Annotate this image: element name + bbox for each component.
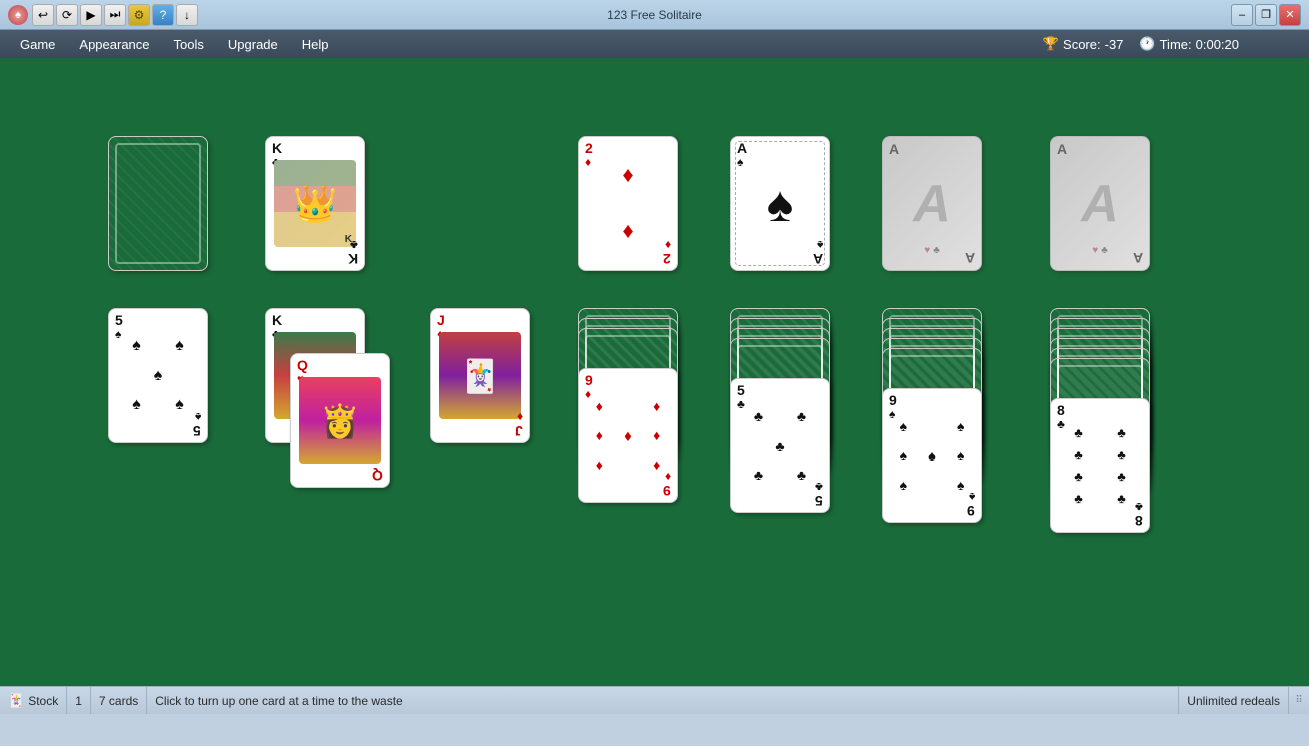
score-label: Score: xyxy=(1063,37,1101,52)
card-rank: K xyxy=(272,313,282,327)
time-label: Time: xyxy=(1160,37,1192,52)
face-illustration: 👑 K xyxy=(274,161,356,246)
card-rank-bottom: A xyxy=(813,252,823,266)
card-rank-bottom: 8 xyxy=(1135,514,1143,528)
foundation-slot-4[interactable]: A A ♥♣ A xyxy=(1050,136,1150,271)
tableau-col4-9d[interactable]: 9 ♦ ♦♦ ♦♦♦ ♦♦ ♦ 9 ♦ xyxy=(578,368,678,503)
time-item: 🕐 Time: 0:00:20 xyxy=(1139,36,1239,52)
close-button[interactable]: ✕ xyxy=(1279,4,1301,26)
settings-button[interactable]: ⚙ xyxy=(128,4,150,26)
card-suit-bottom: ♦ xyxy=(665,238,671,252)
title-bar-left: ♠ ↩ ⟳ ▶ ⏭ ⚙ ? ↓ xyxy=(8,4,198,26)
tableau-2d[interactable]: 2 ♦ ♦ ♦ 2 ♦ xyxy=(578,136,678,271)
card-rank-bottom: 5 xyxy=(815,494,823,508)
face-illustration: 👸 xyxy=(299,378,381,463)
card-suit-bottom: ♠ xyxy=(195,410,201,424)
undo-button[interactable]: ↩ xyxy=(32,4,54,26)
card-suit-bottom: ♦ xyxy=(517,410,523,424)
score-value: -37 xyxy=(1105,37,1124,52)
redo-button[interactable]: ⟳ xyxy=(56,4,78,26)
card-rank-bottom: J xyxy=(515,424,523,438)
card-rank: J xyxy=(437,313,445,327)
skip-button[interactable]: ⏭ xyxy=(104,4,126,26)
status-redeals-text: Unlimited redeals xyxy=(1187,694,1280,708)
status-bar: 🃏 Stock 1 7 cards Click to turn up one c… xyxy=(0,686,1309,714)
foundation-as[interactable]: A ♠ ♠ A ♠ xyxy=(730,136,830,271)
card-rank: 8 xyxy=(1057,403,1065,417)
card-rank: 9 xyxy=(889,393,897,407)
menu-upgrade[interactable]: Upgrade xyxy=(218,35,288,54)
toolbar-icons: ↩ ⟳ ▶ ⏭ ⚙ ? ↓ xyxy=(32,4,198,26)
card-rank: Q xyxy=(297,358,308,372)
status-hint-text: Click to turn up one card at a time to t… xyxy=(155,694,402,708)
foundation-slot-3[interactable]: A A ♥♣ A xyxy=(882,136,982,271)
minimize-button[interactable]: – xyxy=(1231,4,1253,26)
card-rank-bottom: K xyxy=(348,252,358,266)
card-suit-bottom: ♠ xyxy=(969,490,975,504)
card-rank-bottom: 9 xyxy=(967,504,975,518)
menu-help[interactable]: Help xyxy=(292,35,339,54)
score-display: 🏆 Score: -37 🕐 Time: 0:00:20 xyxy=(1043,36,1239,52)
card-rank: K xyxy=(272,141,282,155)
card-pip-bottom: ♦ xyxy=(622,219,633,245)
status-pile-count: 1 xyxy=(67,687,91,714)
menu-game[interactable]: Game xyxy=(10,35,65,54)
grip-icon: ⠿ xyxy=(1295,695,1302,706)
status-pile-cards: 7 cards xyxy=(91,687,147,714)
tableau-col5-5c[interactable]: 5 ♣ ♣♣ ♣♣ ♣ 5 ♣ xyxy=(730,378,830,513)
tableau-col2-queen[interactable]: Q ♥ 👸 Q xyxy=(290,353,390,488)
tableau-col3-jack[interactable]: J ♦ 🃏 J ♦ xyxy=(430,308,530,443)
card-suit-bottom: ♣ xyxy=(815,480,823,494)
status-count-value: 1 xyxy=(75,694,82,708)
card-rank-bottom: 2 xyxy=(663,252,671,266)
card-rank: 2 xyxy=(585,141,593,155)
card-rank-bottom: 9 xyxy=(663,484,671,498)
face-illustration: 🃏 xyxy=(439,333,521,418)
app-icon: ♠ xyxy=(8,5,28,25)
menu-tools[interactable]: Tools xyxy=(164,35,214,54)
status-pile-type: 🃏 Stock xyxy=(0,687,67,714)
help-button[interactable]: ? xyxy=(152,4,174,26)
time-value: 0:00:20 xyxy=(1196,37,1239,52)
card-rank: 5 xyxy=(115,313,123,327)
card-rank-bottom: Q xyxy=(372,469,383,483)
window-title: 123 Free Solitaire xyxy=(607,8,702,22)
card-pip-top: ♦ xyxy=(622,162,633,188)
status-pile-label: Stock xyxy=(28,694,58,708)
title-bar: ♠ ↩ ⟳ ▶ ⏭ ⚙ ? ↓ 123 Free Solitaire – ❐ ✕ xyxy=(0,0,1309,30)
card-rank: 5 xyxy=(737,383,745,397)
status-redeals: Unlimited redeals xyxy=(1179,687,1289,714)
card-rank: 9 xyxy=(585,373,593,387)
game-area: K ♣ 👑 K K ♣ 2 ♦ ♦ ♦ 2 ♦ xyxy=(0,58,1309,686)
score-item: 🏆 Score: -37 xyxy=(1043,36,1124,52)
menu-bar: Game Appearance Tools Upgrade Help 🏆 Sco… xyxy=(0,30,1309,58)
tableau-col6-9s[interactable]: 9 ♠ ♠♠ ♠♠♠ ♠♠ ♠ 9 ♠ xyxy=(882,388,982,523)
maximize-button[interactable]: ❐ xyxy=(1255,4,1277,26)
clock-icon: 🕐 xyxy=(1139,36,1155,52)
waste-pile[interactable]: K ♣ 👑 K K ♣ xyxy=(265,136,365,271)
down-button[interactable]: ↓ xyxy=(176,4,198,26)
stock-pile[interactable] xyxy=(108,136,208,271)
status-hint: Click to turn up one card at a time to t… xyxy=(147,687,1179,714)
stock-icon: 🃏 xyxy=(8,693,24,709)
card-rank-bottom: 5 xyxy=(193,424,201,438)
card-suit-bottom: ♠ xyxy=(817,238,823,252)
card-suit: ♦ xyxy=(585,155,591,169)
menu-appearance[interactable]: Appearance xyxy=(69,35,159,54)
score-icon: 🏆 xyxy=(1043,36,1059,52)
play-button[interactable]: ▶ xyxy=(80,4,102,26)
status-grip: ⠿ xyxy=(1289,687,1309,714)
card-suit-bottom: ♣ xyxy=(1135,500,1143,514)
card-suit-bottom: ♣ xyxy=(350,238,358,252)
card-suit-bottom: ♦ xyxy=(665,470,671,484)
window-controls: – ❐ ✕ xyxy=(1231,4,1301,26)
tableau-col7-8c[interactable]: 8 ♣ ♣♣ ♣♣ ♣♣ ♣♣ 8 ♣ xyxy=(1050,398,1150,533)
tableau-col1[interactable]: 5 ♠ ♠♠ ♠♠ ♠ 5 ♠ xyxy=(108,308,208,443)
status-cards-value: 7 cards xyxy=(99,694,138,708)
